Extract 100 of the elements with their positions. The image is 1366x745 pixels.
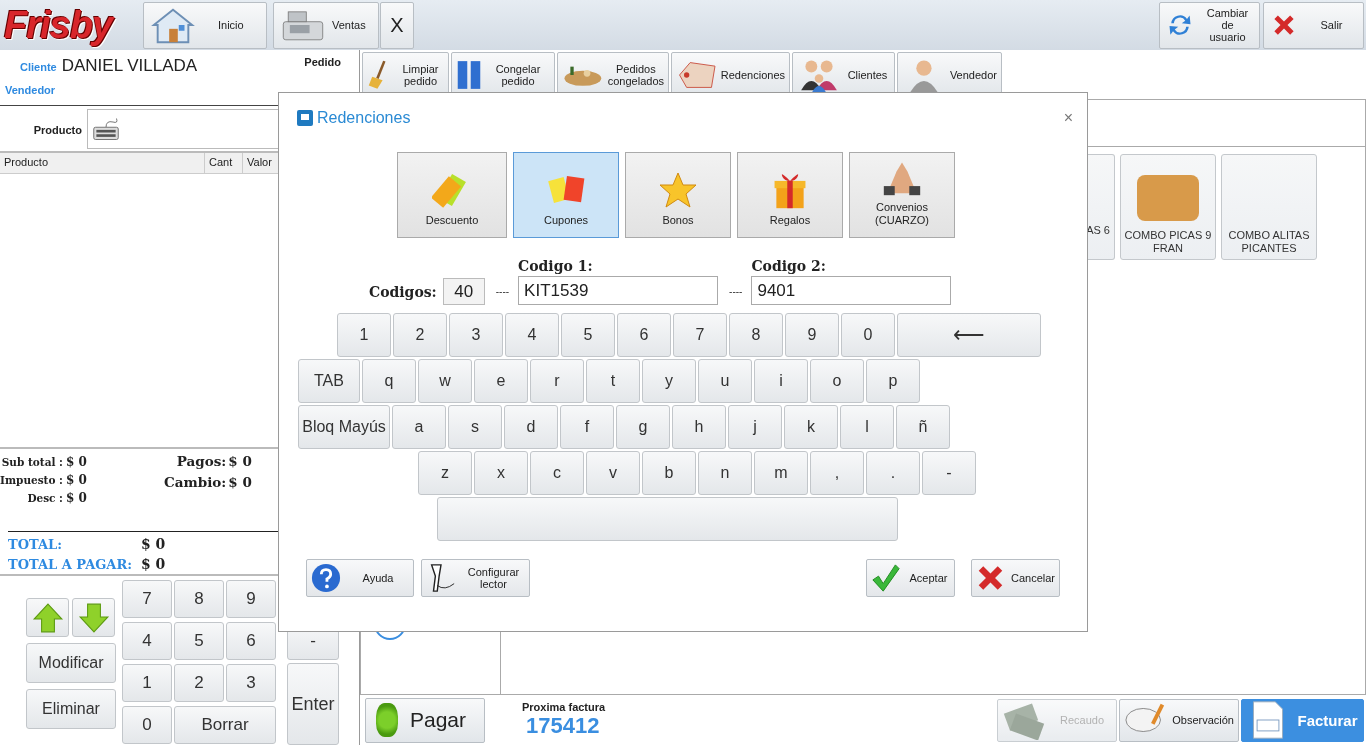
keyboard-key[interactable]: b <box>642 451 696 495</box>
product-card[interactable]: COMBO ALITAS PICANTES <box>1221 154 1317 260</box>
code-input-field[interactable]: KIT1539 <box>518 276 719 305</box>
keyboard-key[interactable]: x <box>474 451 528 495</box>
keyboard-key[interactable]: ñ <box>896 405 950 449</box>
keyboard-key[interactable]: p <box>866 359 920 403</box>
keyboard-key[interactable]: o <box>810 359 864 403</box>
keyboard-key[interactable]: 2 <box>393 313 447 357</box>
keyboard-key[interactable]: f <box>560 405 614 449</box>
keyboard-key[interactable]: j <box>728 405 782 449</box>
nav-button[interactable]: X <box>380 1 414 49</box>
dialog-button[interactable]: Aceptar <box>866 559 955 597</box>
keyboard-key[interactable]: a <box>392 405 446 449</box>
keyboard-key[interactable]: 0 <box>841 313 895 357</box>
code-input-field[interactable]: 9401 <box>751 276 952 305</box>
keyboard-key[interactable]: y <box>642 359 696 403</box>
keyboard-key[interactable]: 8 <box>729 313 783 357</box>
keyboard-key[interactable]: m <box>754 451 808 495</box>
keypad-key[interactable]: 0 <box>122 706 172 744</box>
keyboard-key[interactable]: h <box>672 405 726 449</box>
up-arrow-button[interactable] <box>26 598 69 637</box>
pay-button[interactable]: Pagar <box>365 697 485 743</box>
redemption-type-tile[interactable]: Bonos <box>625 152 731 238</box>
keyboard-key[interactable]: 3 <box>449 313 503 357</box>
keypad-key[interactable]: 8 <box>174 580 224 618</box>
keyboard-key[interactable]: l <box>840 405 894 449</box>
keyboard-key[interactable]: , <box>810 451 864 495</box>
keypad-key[interactable]: Enter <box>287 663 339 745</box>
next-invoice-number: 175412 <box>526 713 601 739</box>
toolbar-button[interactable]: Salir <box>1263 1 1364 49</box>
keyboard-key[interactable]: 7 <box>673 313 727 357</box>
keyboard-key[interactable]: r <box>530 359 584 403</box>
keyboard-key[interactable]: e <box>474 359 528 403</box>
keyboard-key[interactable]: i <box>754 359 808 403</box>
keyboard-key[interactable]: 9 <box>785 313 839 357</box>
dialog-button[interactable]: Ayuda <box>306 559 414 597</box>
client-label: Cliente <box>20 61 57 73</box>
keyboard-key[interactable]: z <box>418 451 472 495</box>
keypad-key[interactable]: 2 <box>174 664 224 702</box>
keyboard-key[interactable]: d <box>504 405 558 449</box>
codes-label: Codigos: <box>369 284 437 300</box>
photo-placeholder <box>1137 175 1199 221</box>
keypad-key[interactable]: 5 <box>174 622 224 660</box>
keypad-key[interactable]: 9 <box>226 580 276 618</box>
keyboard-key[interactable]: q <box>362 359 416 403</box>
keypad-key[interactable]: Borrar <box>174 706 276 744</box>
keyboard-key[interactable]: s <box>448 405 502 449</box>
redemption-type-tile[interactable]: Regalos <box>737 152 843 238</box>
payment-label: Pagos: <box>176 453 227 471</box>
nav-button[interactable]: Ventas <box>273 1 379 49</box>
total-label: Sub total : <box>1 456 63 468</box>
keyboard-key[interactable]: 4 <box>505 313 559 357</box>
product-label: Producto <box>32 123 83 136</box>
toolbar-button[interactable]: Cambiar de usuario <box>1159 1 1260 49</box>
keypad-key[interactable]: 1 <box>122 664 172 702</box>
keypad-key[interactable]: 4 <box>122 622 172 660</box>
product-card[interactable]: COMBO PICAS 9 FRAN <box>1120 154 1216 260</box>
redemption-type-tile[interactable]: Convenios (CUARZO) <box>849 152 955 238</box>
keyboard-key[interactable]: g <box>616 405 670 449</box>
keyboard-key[interactable]: 1 <box>337 313 391 357</box>
keyboard-key[interactable]: 6 <box>617 313 671 357</box>
star-icon <box>658 170 698 210</box>
keypad-key[interactable]: 3 <box>226 664 276 702</box>
keyboard-key[interactable]: - <box>922 451 976 495</box>
grand-total-value: $ 0 <box>141 536 166 552</box>
keypad-button[interactable]: Eliminar <box>26 689 116 729</box>
action-button[interactable]: Observación <box>1119 698 1239 742</box>
keypad-key[interactable]: 7 <box>122 580 172 618</box>
keyboard-key[interactable]: c <box>530 451 584 495</box>
column-header: Valor <box>246 154 273 170</box>
keyboard-key[interactable]: n <box>698 451 752 495</box>
dialog-button[interactable]: Configurar lector <box>421 559 530 597</box>
separator-text: ---- <box>495 286 510 297</box>
keyboard-key[interactable]: u <box>698 359 752 403</box>
total-value: $ 0 <box>66 455 88 469</box>
redemption-type-tile[interactable]: Cupones <box>513 152 619 238</box>
seller-label: Vendedor <box>4 83 57 96</box>
keyboard-key[interactable]: 5 <box>561 313 615 357</box>
keypad-button[interactable]: Modificar <box>26 643 116 683</box>
keyboard-key[interactable]: v <box>586 451 640 495</box>
redemption-type-tile[interactable]: Descuento <box>397 152 507 238</box>
keyboard-key[interactable]: TAB <box>298 359 360 403</box>
keyboard-key[interactable]: k <box>784 405 838 449</box>
dialog-title: Redenciones <box>317 109 411 127</box>
nav-button[interactable]: Inicio <box>143 1 267 49</box>
keyboard-key[interactable]: Bloq Mayús <box>298 405 390 449</box>
total-value: $ 0 <box>66 491 88 505</box>
codes-count-field[interactable]: 40 <box>442 278 485 305</box>
dialog-button[interactable]: Cancelar <box>971 559 1060 597</box>
close-button[interactable]: × <box>1063 109 1073 127</box>
down-arrow-button[interactable] <box>72 598 115 637</box>
keyboard-key[interactable]: . <box>866 451 920 495</box>
keyboard-key[interactable]: t <box>586 359 640 403</box>
keyboard-key[interactable]: w <box>418 359 472 403</box>
keypad-key[interactable]: 6 <box>226 622 276 660</box>
help-icon <box>311 563 341 593</box>
keyboard-key[interactable]: ⟵ <box>897 313 1041 357</box>
space-key[interactable] <box>437 497 898 541</box>
payment-label: Cambio: <box>164 474 227 492</box>
payment-value: $ 0 <box>228 453 252 471</box>
